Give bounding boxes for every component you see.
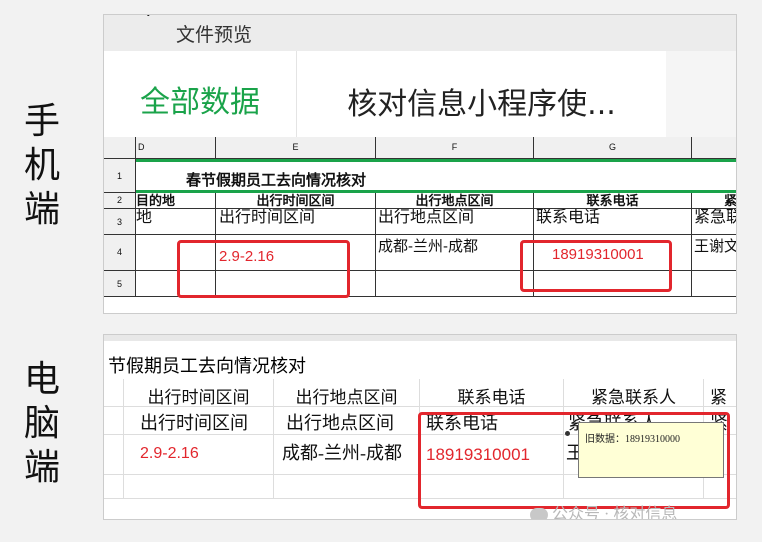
col-letter: E [216, 137, 376, 159]
label-char: 端 [23, 447, 60, 488]
header-cell[interactable]: 紧急联系人 [564, 379, 704, 407]
data-cell[interactable]: 出行时间区间 [216, 209, 376, 235]
label-char: 手 [23, 101, 60, 142]
preview-title: 文件预览 [176, 24, 253, 46]
label-char: 端 [23, 189, 60, 230]
wechat-icon [530, 508, 548, 519]
header-cell[interactable]: 出行地点区间 [376, 193, 534, 209]
row-number: 2 [104, 193, 136, 209]
header-cell[interactable]: 紧 [704, 379, 736, 407]
data-cell[interactable]: 出行地点区间 [274, 407, 420, 435]
col-letter [692, 137, 736, 159]
watermark-text: 公众号 · 核对信息 [552, 506, 678, 520]
data-cell[interactable] [104, 435, 124, 475]
highlight-box-phone [520, 240, 672, 292]
header-cell[interactable]: 紧 [692, 193, 736, 209]
header-cell[interactable]: 目的地 [136, 193, 216, 209]
sheet-title[interactable]: 春节假期员工去向情况核对 [136, 159, 736, 193]
data-cell[interactable] [104, 475, 124, 499]
col-letter: G [534, 137, 692, 159]
data-cell[interactable] [104, 407, 124, 435]
changed-date-cell[interactable]: 2.9-2.16 [124, 435, 274, 475]
mobile-side-label: 手 机 端 [22, 100, 62, 232]
back-icon[interactable]: ˋ [142, 15, 154, 37]
data-cell[interactable] [274, 475, 420, 499]
data-cell[interactable]: 紧急联 [692, 209, 736, 235]
tab-all-data[interactable]: 全部数据 [104, 51, 296, 151]
highlight-box-desktop [418, 412, 730, 509]
header-cell[interactable]: 联系电话 [420, 379, 564, 407]
data-cell[interactable] [124, 475, 274, 499]
highlight-box-date [177, 240, 350, 298]
label-char: 机 [23, 145, 60, 186]
watermark: 公众号 · 核对信息 [530, 500, 678, 520]
data-cell[interactable] [104, 379, 124, 407]
data-cell[interactable]: 王谢文 [692, 235, 736, 271]
row-number: 3 [104, 209, 136, 235]
desktop-side-label: 电 脑 端 [22, 358, 62, 490]
sheet-tabs: 全部数据 核对信息小程序使... [104, 51, 736, 151]
data-cell[interactable]: 联系电话 [534, 209, 692, 235]
sheet-title[interactable]: 节假期员工去向情况核对 [108, 352, 306, 378]
data-cell[interactable] [692, 271, 736, 297]
data-cell[interactable]: 出行地点区间 [376, 209, 534, 235]
header-cell[interactable]: 出行时间区间 [216, 193, 376, 209]
ribbon-edge [104, 335, 736, 341]
mobile-preview-panel: ˋ 文件预览 全部数据 核对信息小程序使... D E F G 1 2 3 4 … [103, 14, 737, 314]
label-char: 电 [23, 359, 60, 400]
header-cell[interactable]: 出行地点区间 [274, 379, 420, 407]
col-letter: F [376, 137, 534, 159]
row-number: 1 [104, 159, 136, 193]
corner-cell [104, 137, 136, 159]
data-cell[interactable]: 出行时间区间 [124, 407, 274, 435]
label-char: 脑 [23, 403, 60, 444]
desktop-preview-panel: 节假期员工去向情况核对 出行时间区间 出行地点区间 联系电话 紧急联系人 紧 出… [103, 334, 737, 520]
col-letter: D [136, 137, 216, 159]
data-cell[interactable]: 地 [136, 209, 216, 235]
preview-header: ˋ 文件预览 [104, 15, 736, 51]
data-cell[interactable]: 成都-兰州-成都 [274, 435, 420, 475]
data-cell[interactable]: 成都-兰州-成都 [376, 235, 534, 271]
header-cell[interactable]: 联系电话 [534, 193, 692, 209]
row-number: 5 [104, 271, 136, 297]
header-cell[interactable]: 出行时间区间 [124, 379, 274, 407]
tab-verify-info[interactable]: 核对信息小程序使... [296, 51, 666, 151]
row-number: 4 [104, 235, 136, 271]
data-cell[interactable] [376, 271, 534, 297]
